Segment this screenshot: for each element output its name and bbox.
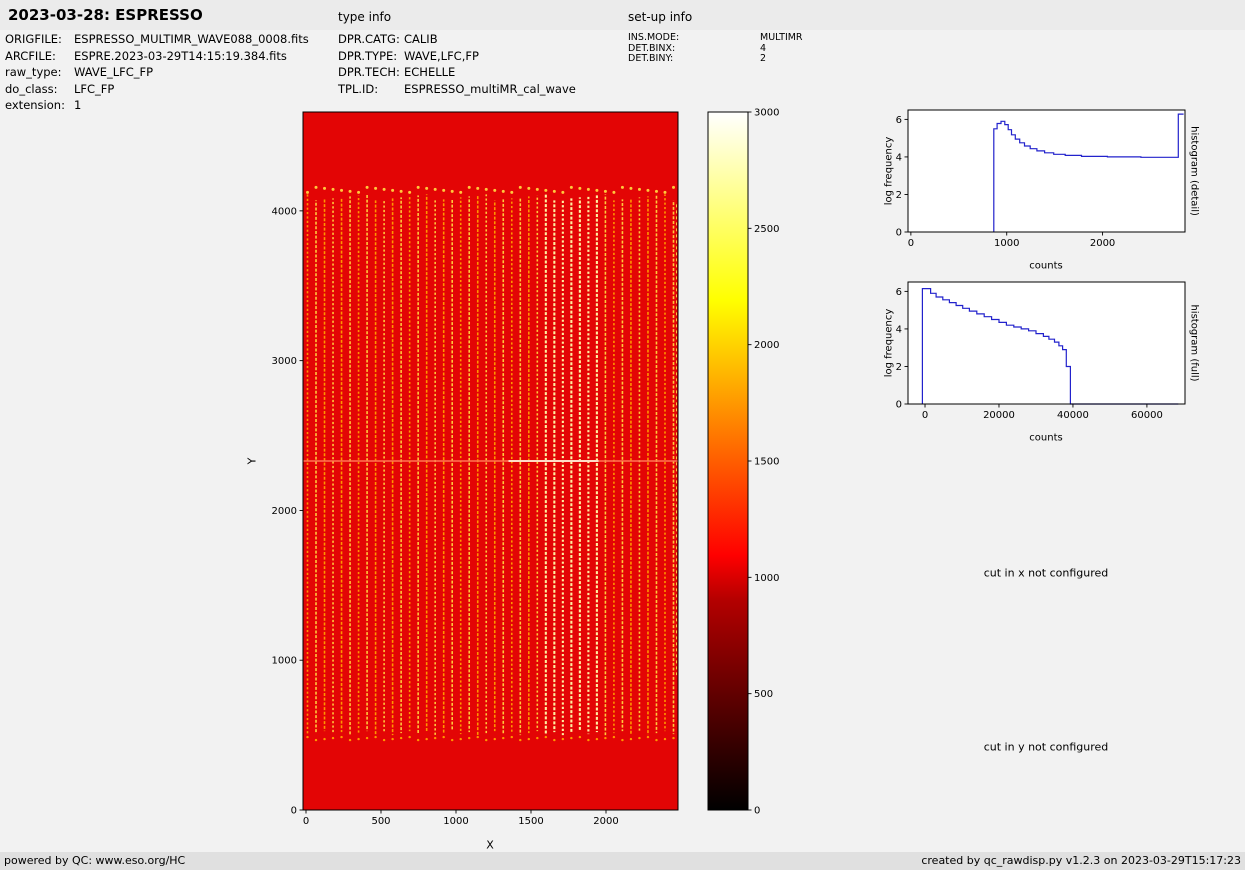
hist-full-yaxis-label: log frequency [883,308,895,378]
svg-text:0: 0 [754,806,760,817]
svg-text:0: 0 [291,806,297,817]
cut-x-note: cut in x not configured [983,566,1109,580]
svg-text:0: 0 [896,400,902,411]
cut-y-note: cut in y not configured [983,740,1109,754]
hist-full-title: histogram (full) [1188,304,1200,382]
svg-text:1500: 1500 [518,816,543,827]
svg-text:500: 500 [754,689,773,700]
svg-text:3000: 3000 [754,108,779,119]
svg-text:1000: 1000 [443,816,468,827]
svg-text:2000: 2000 [754,340,779,351]
svg-text:0: 0 [922,410,928,421]
svg-text:0: 0 [896,228,902,239]
svg-text:1000: 1000 [754,573,779,584]
hist-detail-yaxis-label: log frequency [883,136,895,206]
svg-text:20000: 20000 [983,410,1015,421]
svg-text:3000: 3000 [272,356,297,367]
svg-text:4: 4 [896,324,902,335]
footer-credit-left: powered by QC: www.eso.org/HC [4,854,186,867]
main-xaxis-label: X [486,838,494,852]
main-yaxis-label: Y [245,457,259,465]
svg-text:40000: 40000 [1057,410,1089,421]
svg-text:0: 0 [908,238,914,249]
footer-credit-right: created by qc_rawdisp.py v1.2.3 on 2023-… [921,854,1241,867]
svg-text:1000: 1000 [994,238,1019,249]
svg-text:2: 2 [896,190,902,201]
svg-text:500: 500 [371,816,390,827]
svg-text:6: 6 [896,287,902,298]
hist-detail-xaxis-label: counts [1029,260,1063,272]
hist-detail-title: histogram (detail) [1188,126,1200,216]
svg-text:6: 6 [896,115,902,126]
svg-text:2000: 2000 [1090,238,1115,249]
svg-text:0: 0 [303,816,309,827]
hist-full-xaxis-label: counts [1029,432,1063,444]
svg-text:2000: 2000 [593,816,618,827]
svg-text:4000: 4000 [272,206,297,217]
svg-text:2500: 2500 [754,224,779,235]
footer-bar: powered by QC: www.eso.org/HC created by… [0,852,1245,870]
svg-text:60000: 60000 [1131,410,1163,421]
svg-text:1000: 1000 [272,656,297,667]
svg-text:4: 4 [896,152,902,163]
svg-text:1500: 1500 [754,457,779,468]
svg-text:2: 2 [896,362,902,373]
svg-text:2000: 2000 [272,506,297,517]
